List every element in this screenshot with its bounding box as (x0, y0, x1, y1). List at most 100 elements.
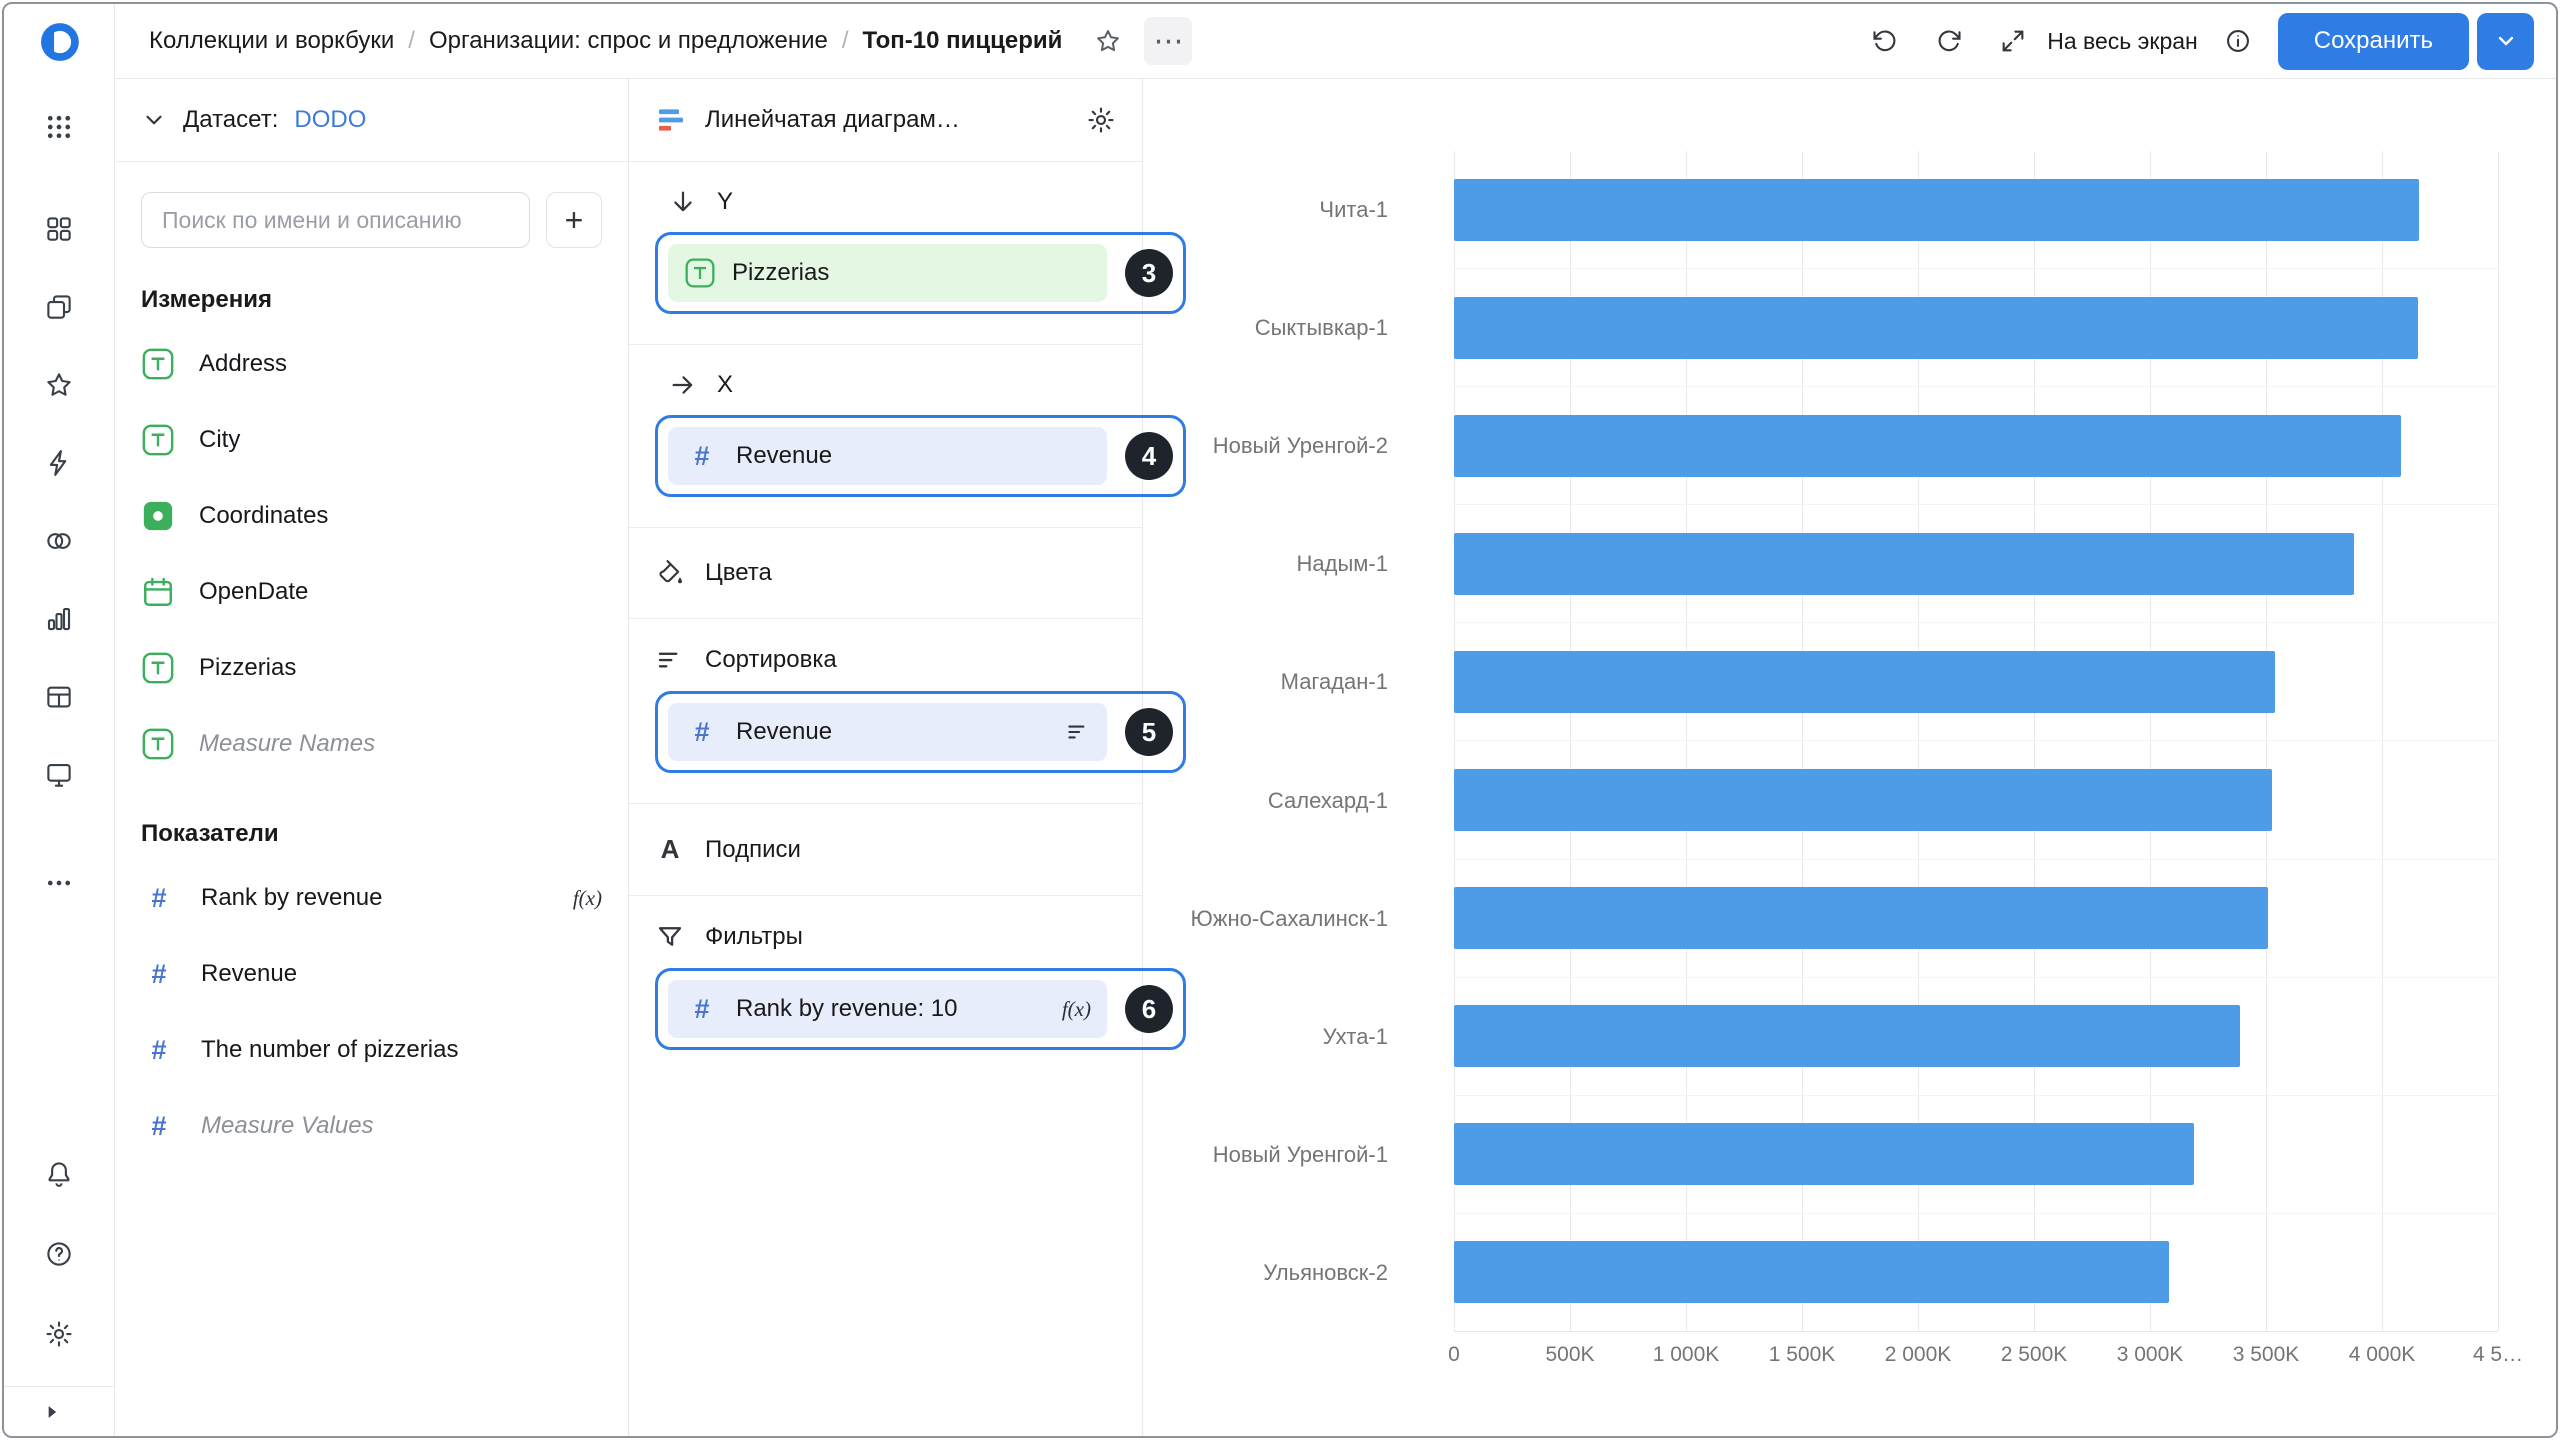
widgets-icon[interactable] (33, 203, 85, 255)
section-x: X # Revenue 4 (629, 345, 1142, 528)
more-icon[interactable] (33, 857, 85, 909)
field-label: Address (199, 350, 287, 378)
measure-item-measure-values[interactable]: # Measure Values (115, 1088, 628, 1164)
chart-settings-gear-icon[interactable] (1086, 105, 1116, 135)
tables-icon[interactable] (33, 671, 85, 723)
filter-field-pill[interactable]: # Rank by revenue: 10 f(x) (668, 980, 1107, 1038)
bar[interactable] (1454, 1241, 2169, 1303)
collapse-rail-button[interactable] (4, 1386, 114, 1436)
x-tick-label: 2 000K (1885, 1343, 1952, 1367)
datasets-venn-icon[interactable] (33, 515, 85, 567)
chart-type-header: Линейчатая диаграм… (629, 79, 1142, 162)
dimension-item-pizzerias[interactable]: Pizzerias (115, 630, 628, 706)
x-tick-label: 0 (1448, 1343, 1460, 1367)
sort-field-pill[interactable]: # Revenue (668, 703, 1107, 761)
measure-item-rank-by-revenue[interactable]: # Rank by revenue f(x) (115, 860, 628, 936)
annotation-badge-5: 5 (1125, 708, 1173, 756)
x-section-label: X (717, 371, 733, 399)
info-icon[interactable] (2214, 17, 2262, 65)
annotation-callout-sorting: # Revenue 5 (655, 691, 1186, 773)
bar[interactable] (1454, 887, 2268, 949)
save-dropdown-button[interactable] (2477, 13, 2534, 70)
dimension-item-opendate[interactable]: OpenDate (115, 554, 628, 630)
x-field-pill[interactable]: # Revenue (668, 427, 1107, 485)
chart-config-panel: Линейчатая диаграм… Y (629, 79, 1143, 1436)
charts-icon[interactable] (33, 593, 85, 645)
plot-area: 0500K1 000K1 500K2 000K2 500K3 000K3 500… (1454, 151, 2498, 1332)
chart-area: Чита-1Сыктывкар-1Новый Уренгой-2Надым-1М… (1143, 79, 2556, 1436)
bar[interactable] (1454, 1005, 2240, 1067)
help-icon[interactable] (33, 1228, 85, 1280)
datalens-logo[interactable] (4, 4, 114, 79)
y-field-pill[interactable]: Pizzerias (668, 244, 1107, 302)
breadcrumb-separator: / (408, 27, 415, 55)
measure-item-revenue[interactable]: # Revenue (115, 936, 628, 1012)
filters-section-label: Фильтры (705, 923, 803, 951)
bar[interactable] (1454, 179, 2419, 241)
fullscreen-icon[interactable] (1989, 17, 2037, 65)
measure-item-number-of-pizzerias[interactable]: # The number of pizzerias (115, 1012, 628, 1088)
x-tick-label: 3 000K (2117, 1343, 2184, 1367)
arrow-down-icon (669, 188, 697, 216)
text-type-icon (141, 423, 175, 457)
top-header: Коллекции и воркбуки / Организации: спро… (115, 4, 2556, 79)
favorites-star-icon[interactable] (33, 359, 85, 411)
dimension-item-city[interactable]: City (115, 402, 628, 478)
save-button[interactable]: Сохранить (2278, 13, 2469, 70)
bar[interactable] (1454, 1123, 2194, 1185)
settings-gear-icon[interactable] (33, 1308, 85, 1360)
chevron-down-icon[interactable] (141, 107, 167, 133)
bar[interactable] (1454, 651, 2275, 713)
field-label: Revenue (201, 960, 297, 988)
number-type-icon: # (684, 441, 720, 472)
section-filters: Фильтры # Rank by revenue: 10 f(x) 6 (629, 896, 1142, 1080)
field-search-input[interactable] (141, 192, 530, 248)
dimension-item-measure-names[interactable]: Measure Names (115, 706, 628, 782)
x-tick-label: 1 000K (1653, 1343, 1720, 1367)
app-window: Коллекции и воркбуки / Организации: спро… (2, 2, 2558, 1438)
favorite-star-icon[interactable] (1084, 17, 1132, 65)
left-rail (4, 4, 115, 1436)
sort-direction-icon[interactable] (1065, 719, 1091, 745)
undo-icon[interactable] (1861, 17, 1909, 65)
x-tick-label: 1 500K (1769, 1343, 1836, 1367)
annotation-badge-4: 4 (1125, 432, 1173, 480)
collections-icon[interactable] (33, 281, 85, 333)
bar[interactable] (1454, 297, 2418, 359)
dashboards-monitor-icon[interactable] (33, 749, 85, 801)
dimension-item-address[interactable]: Address (115, 326, 628, 402)
paint-bucket-icon (655, 558, 685, 588)
bar[interactable] (1454, 533, 2354, 595)
category-label: Южно-Сахалинск-1 (1143, 860, 1421, 978)
apps-grid-icon[interactable] (33, 101, 85, 153)
fullscreen-label[interactable]: На весь экран (2047, 28, 2198, 55)
field-label: The number of pizzerias (201, 1036, 458, 1064)
dataset-name-link[interactable]: DODO (294, 106, 366, 134)
annotation-badge-3: 3 (1125, 249, 1173, 297)
measures-title: Показатели (115, 782, 628, 860)
bar[interactable] (1454, 769, 2272, 831)
bars (1454, 151, 2498, 1331)
chart-type-name[interactable]: Линейчатая диаграм… (705, 106, 960, 134)
sorting-section-label: Сортировка (705, 646, 837, 674)
breadcrumb-collections[interactable]: Коллекции и воркбуки (149, 27, 394, 55)
redo-icon[interactable] (1925, 17, 1973, 65)
breadcrumb-workbook[interactable]: Организации: спрос и предложение (429, 27, 828, 55)
quick-actions-bolt-icon[interactable] (33, 437, 85, 489)
dimension-item-coordinates[interactable]: Coordinates (115, 478, 628, 554)
notifications-bell-icon[interactable] (33, 1148, 85, 1200)
field-label: Measure Names (199, 730, 375, 758)
bar-chart-type-icon (655, 104, 687, 136)
section-labels[interactable]: A Подписи (629, 804, 1142, 896)
category-label: Новый Уренгой-1 (1143, 1096, 1421, 1214)
dataset-header: Датасет: DODO (115, 79, 628, 162)
x-tick-label: 4 000K (2349, 1343, 2416, 1367)
section-colors[interactable]: Цвета (629, 528, 1142, 619)
number-type-icon: # (684, 717, 720, 748)
add-field-button[interactable]: + (546, 192, 602, 248)
bar[interactable] (1454, 415, 2401, 477)
field-label: Pizzerias (199, 654, 296, 682)
section-y: Y Pizzerias 3 (629, 162, 1142, 345)
formula-icon: f(x) (1062, 997, 1091, 1022)
more-actions-icon[interactable]: ⋯ (1144, 17, 1192, 65)
